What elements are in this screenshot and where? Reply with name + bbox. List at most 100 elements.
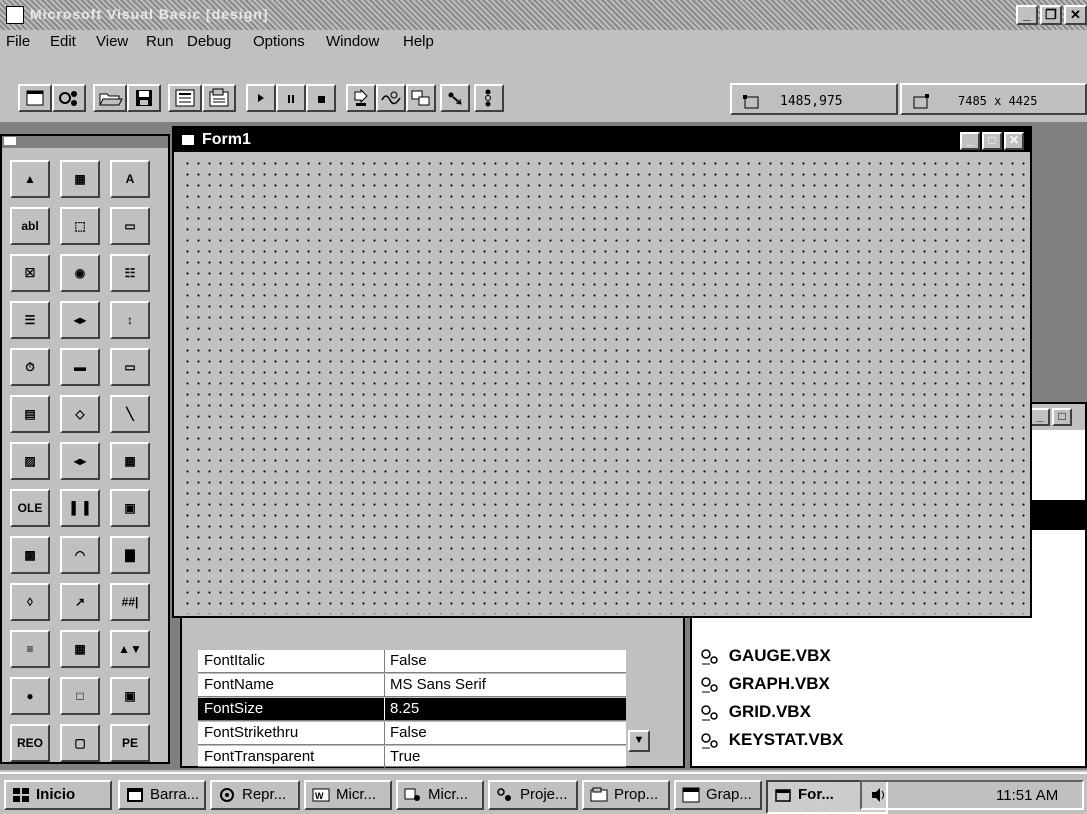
app-icon[interactable] [6, 6, 24, 24]
project-file-grid[interactable]: GRID.VBX [700, 702, 811, 728]
form-close-button[interactable]: ✕ [1004, 132, 1024, 150]
open-project-button[interactable] [93, 84, 127, 112]
toolbox-map-tool[interactable]: ◊ [10, 583, 50, 621]
toolbox-commondialog-tool[interactable]: ▩ [10, 536, 50, 574]
toolbox-shape-tool[interactable]: ◇ [60, 395, 100, 433]
toolbox-listbox-tool[interactable]: ☰ [10, 301, 50, 339]
toolbox-keystat-tool[interactable]: ● [10, 677, 50, 715]
toolbox-gauge-tool[interactable]: ◠ [60, 536, 100, 574]
form-designer-window[interactable]: Form1 _ □ ✕ [172, 126, 1032, 618]
form-titlebar[interactable]: Form1 _ □ ✕ [174, 128, 1030, 152]
textbox-icon: abl [21, 219, 39, 233]
toolbox-commandbutton-tool[interactable]: ▭ [110, 207, 150, 245]
menu-edit[interactable]: Edit [50, 33, 76, 50]
form-design-grid[interactable] [178, 154, 1026, 614]
toolbox-ole-tool[interactable]: OLE [10, 489, 50, 527]
title-bar[interactable]: Microsoft Visual Basic [design] _ ❐ ✕ [0, 0, 1087, 30]
toolbox-dbgrid-tool[interactable]: ▣ [110, 677, 150, 715]
clock[interactable]: 11:51 AM [996, 787, 1058, 804]
menu-run[interactable]: Run [146, 33, 174, 50]
toolbox-spreadsheet-tool[interactable]: ▦ [60, 630, 100, 668]
project-file-graph[interactable]: GRAPH.VBX [700, 674, 830, 700]
toolbox-spin-tool[interactable]: ↗ [60, 583, 100, 621]
task-repr[interactable]: Repr... [210, 780, 300, 810]
menu-editor-button[interactable] [168, 84, 202, 112]
minimize-button[interactable]: _ [1016, 5, 1038, 25]
close-button[interactable]: ✕ [1064, 5, 1087, 25]
form-maximize-button[interactable]: □ [982, 132, 1002, 150]
toolbox-picturebox-tool[interactable]: ▦ [60, 160, 100, 198]
toolbox-filelistbox-tool[interactable]: ▤ [10, 395, 50, 433]
procedure-step-button[interactable] [474, 84, 504, 112]
toolbox-grid-tool[interactable]: ▦ [110, 442, 150, 480]
new-form-button[interactable] [18, 84, 52, 112]
toolbox-image-tool[interactable]: ▨ [10, 442, 50, 480]
task-grap[interactable]: Grap... [674, 780, 762, 810]
calls-button[interactable] [406, 84, 436, 112]
break-button[interactable] [276, 84, 306, 112]
toolbox-graph-tool[interactable]: ▇ [110, 536, 150, 574]
toolbox-report-tool[interactable]: REO [10, 724, 50, 762]
start-button[interactable]: Inicio [4, 780, 112, 810]
task-micr-vb[interactable]: Micr... [396, 780, 484, 810]
properties-button[interactable] [202, 84, 236, 112]
toolbox-label-tool[interactable]: A [110, 160, 150, 198]
project-minimize-button[interactable]: _ [1030, 408, 1050, 426]
toolbox-line-tool[interactable]: ╲ [110, 395, 150, 433]
toolbox-dirlistbox-tool[interactable]: ▭ [110, 348, 150, 386]
menu-help[interactable]: Help [403, 33, 434, 50]
toolbox-titlebar[interactable] [2, 136, 168, 148]
project-file-keystat[interactable]: KEYSTAT.VBX [700, 730, 843, 756]
project-maximize-button[interactable]: □ [1052, 408, 1072, 426]
task-micr-word[interactable]: W Micr... [304, 780, 392, 810]
toolbox-frame-tool[interactable]: ⬚ [60, 207, 100, 245]
toolbox-pointer-tool[interactable]: ▲ [10, 160, 50, 198]
new-module-button[interactable] [52, 84, 86, 112]
toolbox-data-tool[interactable]: ◂▸ [60, 442, 100, 480]
menu-debug[interactable]: Debug [187, 33, 231, 50]
toolbox-window[interactable]: ▲ ▦ Aabl ⬚ ▭ ☒ ◉ ☷ ☰ ◂▸ ↕ ⏱ ▬ ▭ ▤ ◇ ╲ ▨ ◂▸ ▦ OLE ▌▐ ▣ ▩ ◠ ▇ ◊ ↗ ##| ≡… [0, 134, 170, 764]
menu-window[interactable]: Window [326, 33, 379, 50]
property-row-fontitalic[interactable]: FontItalic False [198, 650, 626, 673]
restore-button[interactable]: ❐ [1040, 5, 1062, 25]
toolbox-frame3d-tool[interactable]: ▢ [60, 724, 100, 762]
toolbar: 1485,975 7485 x 4425 [0, 52, 1087, 123]
single-step-button[interactable] [440, 84, 470, 112]
toolbox-textbox-tool[interactable]: abl [10, 207, 50, 245]
menu-file[interactable]: File [6, 33, 30, 50]
end-button[interactable] [306, 84, 336, 112]
toolbox-optionbutton-tool[interactable]: ◉ [60, 254, 100, 292]
task-proje[interactable]: Proje... [488, 780, 578, 810]
menu-view[interactable]: View [96, 33, 128, 50]
property-row-fontsize[interactable]: FontSize 8.25 [198, 698, 626, 721]
toolbox-combobox-tool[interactable]: ☷ [110, 254, 150, 292]
property-row-fontname[interactable]: FontName MS Sans Serif [198, 674, 626, 697]
toolbox-vscrollbar-tool[interactable]: ↕ [110, 301, 150, 339]
toolbox-hscrollbar-tool[interactable]: ◂▸ [60, 301, 100, 339]
form-icon[interactable] [182, 135, 194, 145]
menu-options[interactable]: Options [253, 33, 305, 50]
project-file-gauge[interactable]: GAUGE.VBX [700, 646, 831, 672]
toolbox-system-menu[interactable] [4, 137, 16, 145]
toolbox-panel-tool[interactable]: PE [110, 724, 150, 762]
toolbox-drivelistbox-tool[interactable]: ▬ [60, 348, 100, 386]
toolbox-msgblaster-tool[interactable]: ▣ [110, 489, 150, 527]
toolbox-outline-tool[interactable]: ≡ [10, 630, 50, 668]
toolbox-updown-tool[interactable]: ▲▼ [110, 630, 150, 668]
toolbox-checkbox-tool[interactable]: ☒ [10, 254, 50, 292]
toolbox-masked-edit-tool[interactable]: ##| [110, 583, 150, 621]
frame3d-icon: ▢ [74, 736, 86, 750]
run-button[interactable] [246, 84, 276, 112]
instant-watch-button[interactable] [376, 84, 406, 112]
breakpoint-button[interactable] [346, 84, 376, 112]
save-project-button[interactable] [127, 84, 161, 112]
properties-scroll-down-button[interactable]: ▼ [628, 730, 650, 752]
property-row-fonttransparent[interactable]: FontTransparent True [198, 746, 626, 768]
task-prop[interactable]: Prop... [582, 780, 670, 810]
toolbox-picclip-tool[interactable]: □ [60, 677, 100, 715]
property-row-fontstrikethru[interactable]: FontStrikethru False [198, 722, 626, 745]
task-barra[interactable]: Barra... [118, 780, 206, 810]
toolbox-animation-tool[interactable]: ▌▐ [60, 489, 100, 527]
toolbox-timer-tool[interactable]: ⏱ [10, 348, 50, 386]
form-minimize-button[interactable]: _ [960, 132, 980, 150]
